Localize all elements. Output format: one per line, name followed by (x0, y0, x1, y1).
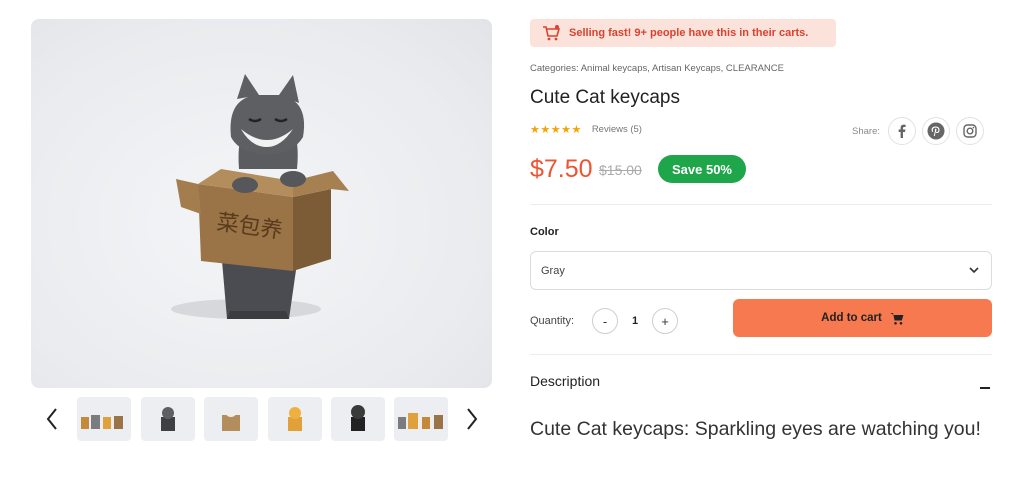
color-select-value: Gray (541, 264, 565, 277)
color-label: Color (530, 226, 559, 238)
next-image-button[interactable] (460, 404, 484, 434)
quantity-decrease-button[interactable]: - (592, 308, 618, 334)
thumbnail-2[interactable] (141, 397, 195, 441)
chevron-right-icon (467, 408, 478, 430)
share-pinterest-button[interactable] (922, 117, 950, 145)
cat-keycap-illustration: 菜包养 (171, 74, 349, 319)
thumbnail-6[interactable] (394, 397, 448, 441)
share-bar: Share: (852, 117, 984, 145)
categories-label: Categories: (530, 63, 579, 74)
collapse-description-button[interactable] (978, 378, 992, 392)
previous-image-button[interactable] (40, 404, 64, 434)
divider (530, 354, 992, 355)
add-to-cart-label: Add to cart (821, 312, 882, 324)
add-to-cart-button[interactable]: Add to cart (733, 299, 992, 337)
thumbnail-image (161, 407, 175, 431)
reviews-link[interactable]: Reviews (5) (592, 124, 642, 135)
description-body: Cute Cat keycaps: Sparkling eyes are wat… (530, 418, 981, 440)
original-price: $15.00 (599, 162, 642, 178)
product-categories: Categories: Animal keycaps, Artisan Keyc… (530, 63, 784, 74)
thumbnail-image (222, 405, 240, 431)
minus-icon (980, 387, 990, 389)
instagram-icon (963, 124, 977, 138)
cart-icon (890, 312, 904, 325)
main-product-image[interactable]: 菜包养 (31, 19, 492, 388)
thumbnail-1[interactable] (77, 397, 131, 441)
quantity-label: Quantity: (530, 315, 575, 327)
product-rating: ★★★★★ Reviews (5) (530, 123, 642, 136)
thumbnail-3[interactable] (204, 397, 258, 441)
chevron-down-icon (969, 267, 979, 274)
product-title: Cute Cat keycaps (530, 87, 680, 108)
selling-fast-alert: Selling fast! 9+ people have this in the… (530, 19, 836, 47)
thumbnail-image (81, 415, 123, 429)
divider (530, 204, 992, 205)
thumbnail-image (398, 413, 443, 429)
description-title[interactable]: Description (530, 373, 600, 389)
current-price: $7.50 (530, 155, 593, 183)
thumbnail-strip (40, 396, 486, 444)
color-select[interactable]: Gray (530, 251, 992, 290)
thumbnail-image (288, 407, 302, 431)
share-label: Share: (852, 125, 880, 137)
star-rating-icon: ★★★★★ (530, 124, 582, 136)
pinterest-icon (927, 122, 945, 140)
facebook-icon (898, 124, 906, 138)
thumbnail-4[interactable] (268, 397, 322, 441)
categories-links[interactable]: Animal keycaps, Artisan Keycaps, CLEARAN… (581, 63, 784, 74)
thumbnail-image (351, 405, 365, 431)
save-badge: Save 50% (658, 155, 746, 183)
share-instagram-button[interactable] (956, 117, 984, 145)
alert-text: Selling fast! 9+ people have this in the… (569, 27, 809, 39)
thumbnail-5[interactable] (331, 397, 385, 441)
share-facebook-button[interactable] (888, 117, 916, 145)
cart-icon (543, 25, 560, 41)
chevron-left-icon (46, 408, 57, 430)
quantity-input[interactable] (624, 313, 646, 329)
quantity-increase-button[interactable]: + (652, 308, 678, 334)
